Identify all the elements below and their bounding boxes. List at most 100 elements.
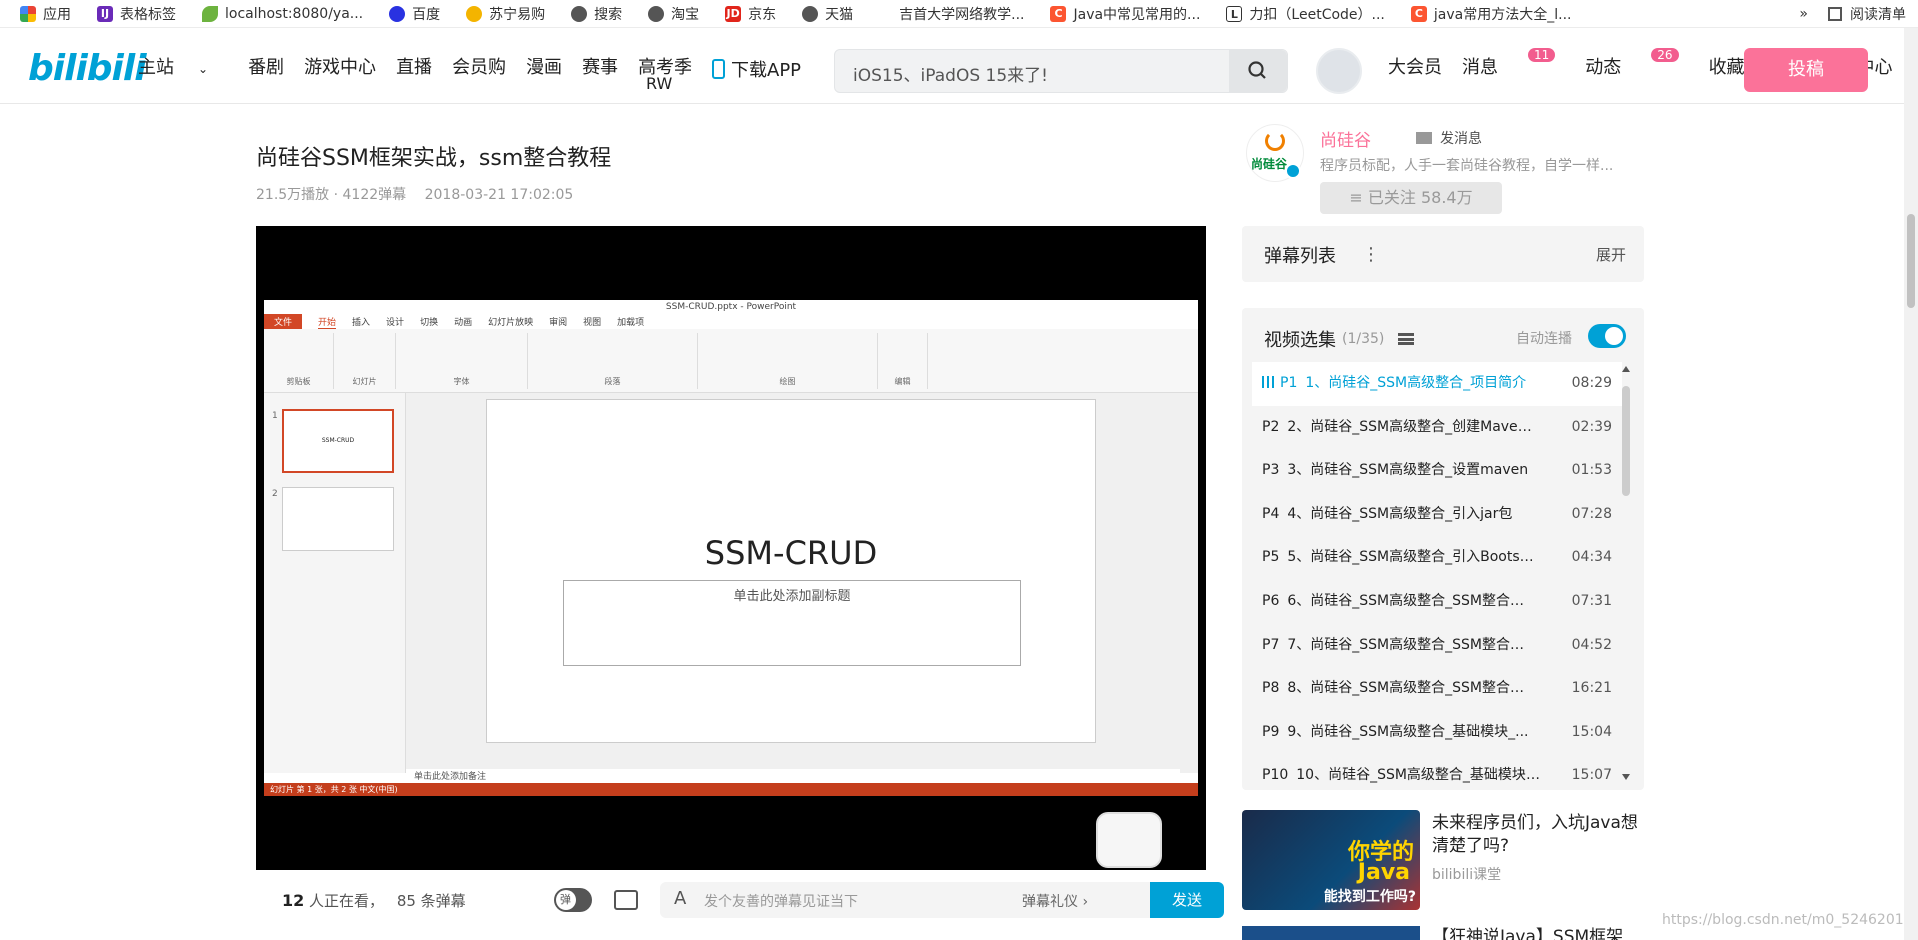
page-scrollbar[interactable]: [1904, 28, 1918, 940]
bookmark-taobao[interactable]: 淘宝: [648, 4, 699, 24]
episode-number: P9: [1262, 723, 1280, 740]
recommended-video[interactable]: 你学的 Java 能找到工作吗? 未来程序员们，入坑Java想清楚了吗? bil…: [1242, 810, 1644, 910]
bookmark-tmall[interactable]: 天猫: [802, 4, 853, 24]
reading-list-button[interactable]: 阅读清单: [1850, 4, 1906, 24]
episode-scrollbar[interactable]: [1620, 364, 1632, 782]
bookmark-label: 搜索: [594, 6, 623, 23]
danmaku-toggle[interactable]: 弹: [554, 888, 592, 912]
user-avatar[interactable]: [1316, 48, 1362, 94]
recommended-author[interactable]: bilibili课堂: [1432, 864, 1501, 884]
bookmark-jd[interactable]: JD 京东: [725, 4, 776, 24]
bookmark-jishou[interactable]: 吉首大学网络教学...: [899, 4, 1024, 24]
nav-vip[interactable]: 大会员: [1388, 53, 1442, 79]
episode-name: 8、尚硅谷_SSM高级整合_SSM整合配置: [1287, 680, 1538, 697]
episode-item[interactable]: P2 2、尚硅谷_SSM高级整合_创建Maven工程 02:39: [1252, 406, 1622, 450]
upload-button[interactable]: 投稿: [1744, 48, 1868, 92]
episode-item[interactable]: P8 8、尚硅谷_SSM高级整合_SSM整合配置 16:21: [1252, 667, 1622, 711]
uploader-name[interactable]: 尚硅谷: [1320, 126, 1371, 151]
nav-manga[interactable]: 漫画: [526, 53, 562, 79]
episode-name: 3、尚硅谷_SSM高级整合_设置maven: [1287, 462, 1529, 479]
nav-messages[interactable]: 消息 11: [1462, 48, 1565, 79]
ppt-status-bar: 幻灯片 第 1 张，共 2 张 中文(中国): [264, 783, 1198, 796]
danmaku-list-panel: 弹幕列表 ⋮ 展开: [1242, 226, 1644, 282]
episode-duration: 08:29: [1571, 375, 1612, 391]
nav-main[interactable]: 主站 ⌄: [138, 53, 228, 79]
ribbon-group: 段落: [528, 333, 698, 389]
more-bookmarks-button[interactable]: »: [1799, 6, 1808, 22]
nav-rw[interactable]: RW: [646, 74, 672, 93]
video-title: 尚硅谷SSM框架实战，ssm整合教程: [256, 146, 612, 171]
bookmark-table-tags[interactable]: IJ 表格标签: [97, 4, 176, 24]
bookmark-localhost[interactable]: localhost:8080/ya...: [202, 5, 363, 22]
list-view-icon[interactable]: [1398, 333, 1415, 345]
expand-button[interactable]: 展开: [1596, 244, 1626, 265]
recommended-thumbnail[interactable]: 你学的 Java 能找到工作吗?: [1242, 810, 1420, 910]
bookmark-suning[interactable]: 苏宁易购: [466, 4, 545, 24]
bookmark-apps[interactable]: 应用: [20, 4, 71, 24]
recommended-thumbnail-2[interactable]: [1242, 926, 1420, 940]
ppt-tab: 设计: [386, 318, 405, 328]
recommended-video-2[interactable]: 【狂神说Java】SSM框架: [1242, 926, 1644, 940]
nav-download-app[interactable]: 下载APP: [712, 56, 801, 82]
ppt-scrollbar: [1180, 393, 1198, 773]
search-input[interactable]: iOS15、iPadOS 15来了!: [853, 61, 1048, 86]
ppt-tab: 切换: [420, 318, 439, 328]
font-style-icon[interactable]: A: [674, 888, 686, 909]
danmaku-settings-icon[interactable]: [614, 890, 638, 910]
uploader-avatar[interactable]: 尚硅谷: [1246, 124, 1304, 182]
dynamics-badge: 26: [1651, 48, 1679, 62]
ppt-tab: 幻灯片放映: [488, 318, 534, 328]
episode-number: P1: [1280, 375, 1298, 391]
send-message-link[interactable]: 发消息: [1416, 128, 1482, 148]
viewers-text: 人正在看，: [304, 892, 385, 910]
episode-item[interactable]: P9 9、尚硅谷_SSM高级整合_基础模块_... 15:04: [1252, 711, 1622, 755]
scroll-up-icon[interactable]: [1622, 366, 1630, 372]
autoplay-toggle[interactable]: [1588, 324, 1626, 348]
danmaku-count: 85 条弹幕: [396, 892, 466, 910]
episode-item[interactable]: P5 5、尚硅谷_SSM高级整合_引入Bootstrap 04:34: [1252, 536, 1622, 580]
csdn-icon: C: [1410, 5, 1427, 22]
bookmark-baidu[interactable]: 百度: [389, 4, 440, 24]
nav-match[interactable]: 赛事: [582, 53, 618, 79]
episode-item[interactable]: P1 1、尚硅谷_SSM高级整合_项目简介 08:29: [1252, 362, 1622, 406]
recommended-title[interactable]: 未来程序员们，入坑Java想清楚了吗?: [1432, 812, 1642, 858]
ppt-tab: 开始: [318, 315, 337, 329]
danmaku-etiquette-link[interactable]: 弹幕礼仪 ›: [1022, 891, 1088, 911]
bookmark-java-methods[interactable]: C java常用方法大全_l...: [1410, 4, 1571, 24]
episode-item[interactable]: P4 4、尚硅谷_SSM高级整合_引入jar包 07:28: [1252, 493, 1622, 537]
apps-grid-icon: [20, 5, 36, 22]
episode-item[interactable]: P10 10、尚硅谷_SSM高级整合_基础模块_... 15:07: [1252, 754, 1622, 786]
follow-button[interactable]: ≡ 已关注 58.4万: [1320, 182, 1502, 214]
video-player[interactable]: SSM-CRUD.pptx - PowerPoint 文件 开始 插入 设计 切…: [256, 226, 1206, 870]
scroll-down-icon[interactable]: [1622, 774, 1630, 780]
danmaku-input[interactable]: 发个友善的弹幕见证当下: [704, 891, 858, 911]
bookmark-label: 苏宁易购: [489, 6, 546, 23]
chevron-down-icon: ⌄: [198, 62, 209, 76]
bilibili-logo[interactable]: bilibili: [28, 48, 147, 89]
more-options-icon[interactable]: ⋮: [1362, 244, 1380, 265]
episode-item[interactable]: P7 7、尚硅谷_SSM高级整合_SSM整合配置 04:52: [1252, 624, 1622, 668]
nav-live[interactable]: 直播: [396, 53, 432, 79]
recommended-title-2[interactable]: 【狂神说Java】SSM框架: [1432, 922, 1623, 940]
episode-duration: 07:31: [1571, 592, 1612, 609]
search-button[interactable]: [1229, 50, 1287, 92]
episode-scroll-thumb[interactable]: [1622, 386, 1630, 496]
page-scroll-thumb[interactable]: [1907, 214, 1915, 308]
ppt-tab: 视图: [583, 318, 602, 328]
episode-item[interactable]: P6 6、尚硅谷_SSM高级整合_SSM整合配置 07:31: [1252, 580, 1622, 624]
ribbon-group-label: 编辑: [894, 377, 911, 386]
nav-game[interactable]: 游戏中心: [304, 53, 376, 79]
send-danmaku-button[interactable]: 发送: [1150, 882, 1224, 918]
bookmark-leetcode[interactable]: L 力扣（LeetCode）...: [1226, 4, 1385, 24]
mail-icon: [1416, 132, 1432, 144]
episode-item[interactable]: P3 3、尚硅谷_SSM高级整合_设置maven 01:53: [1252, 449, 1622, 493]
nav-shop[interactable]: 会员购: [452, 53, 506, 79]
ribbon-group: 幻灯片: [334, 333, 396, 389]
nav-dynamics[interactable]: 动态 26: [1585, 48, 1688, 79]
nav-bangumi[interactable]: 番剧: [248, 53, 284, 79]
bookmark-java-common[interactable]: C Java中常见常用的...: [1050, 4, 1200, 24]
ribbon-group-label: 绘图: [779, 377, 796, 386]
bookmarks-bar: 应用 IJ 表格标签 localhost:8080/ya... 百度 苏宁易购 …: [0, 0, 1918, 28]
bookmark-search[interactable]: 搜索: [571, 4, 622, 24]
nav-favorites[interactable]: 收藏: [1709, 53, 1745, 79]
